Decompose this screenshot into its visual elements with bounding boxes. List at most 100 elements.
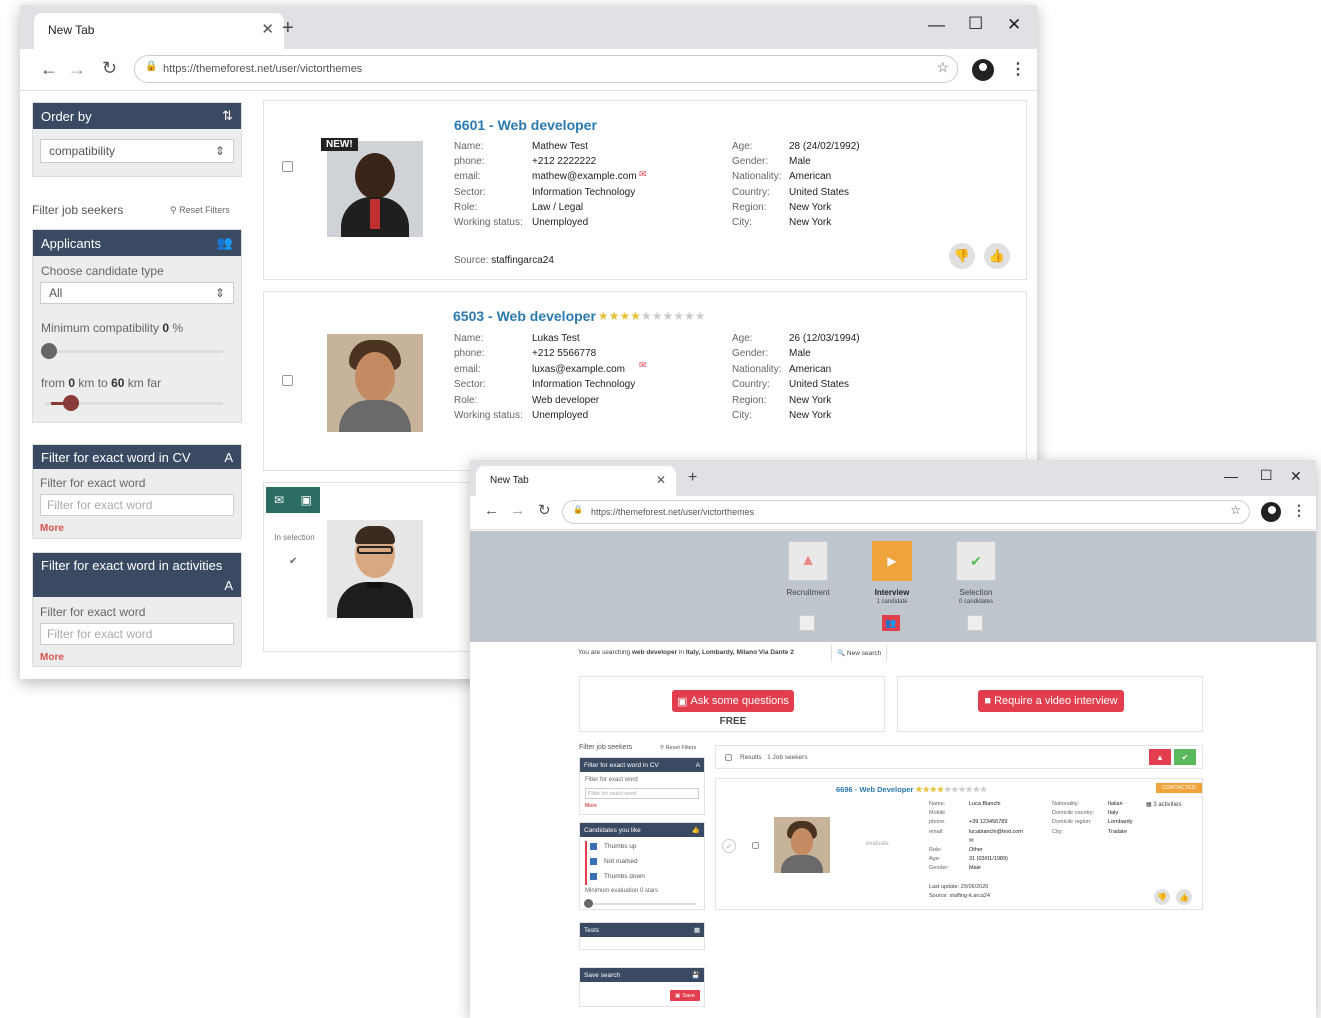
minimize-icon[interactable]: — <box>1224 468 1238 484</box>
star-filled-icon[interactable]: ★ <box>598 309 609 323</box>
close-tab-icon[interactable]: ✕ <box>261 20 274 38</box>
star-empty-icon[interactable]: ★ <box>966 785 973 794</box>
star-filled-icon[interactable]: ★ <box>630 309 641 323</box>
reset-filters-link[interactable]: ⚲ Reset Filters <box>660 745 696 751</box>
detail-row: Domicile country: Italy <box>1052 810 1132 819</box>
new-tab-icon[interactable]: + <box>688 469 697 487</box>
evaluate-label[interactable]: evaluate <box>866 841 889 847</box>
back-icon[interactable]: ← <box>40 59 58 80</box>
order-by-select[interactable]: compatibility ⇕ <box>40 139 234 163</box>
star-filled-icon[interactable]: ★ <box>609 309 620 323</box>
rating-stars[interactable]: ★★★★★★★★★★ <box>598 309 706 323</box>
candidate-type-select[interactable]: All ⇕ <box>40 282 234 304</box>
candidate-checkbox[interactable] <box>282 375 293 386</box>
card-toolbar: ✉ ▣ <box>266 487 320 513</box>
star-empty-icon[interactable]: ★ <box>652 309 663 323</box>
minimize-icon[interactable]: — <box>928 15 945 35</box>
cv-more-link[interactable]: More <box>585 803 597 809</box>
pipeline-checkbox[interactable] <box>799 615 815 631</box>
activities-more-link[interactable]: More <box>40 652 64 663</box>
reject-button[interactable]: ▲ <box>1149 749 1171 765</box>
mail-icon[interactable]: ✉ <box>274 493 284 507</box>
cv-more-link[interactable]: More <box>40 523 64 534</box>
profile-icon[interactable] <box>972 59 994 81</box>
checkbox-checked-icon[interactable] <box>590 858 597 865</box>
star-empty-icon[interactable]: ★ <box>641 309 652 323</box>
distance-slider-knob[interactable] <box>63 395 79 411</box>
star-empty-icon[interactable]: ★ <box>695 309 706 323</box>
close-window-icon[interactable]: ✕ <box>1290 468 1302 485</box>
thumbs-down-icon[interactable]: 👎 <box>949 243 975 269</box>
browser-tab[interactable]: New Tab ✕ <box>476 466 676 496</box>
maximize-icon[interactable]: ☐ <box>1260 467 1273 484</box>
thumbs-up-icon[interactable]: 👍 <box>984 243 1010 269</box>
compat-slider-track[interactable] <box>45 350 223 353</box>
video-interview-button[interactable]: ■ Require a video interview <box>978 690 1124 712</box>
url-bar[interactable]: 🔒 https://themeforest.net/user/victorthe… <box>562 500 1250 524</box>
reload-icon[interactable]: ↻ <box>538 501 551 519</box>
reset-filters-link[interactable]: ⚲ Reset Filters <box>170 205 230 216</box>
star-empty-icon[interactable]: ★ <box>973 785 980 794</box>
candidate-title[interactable]: 6696 - Web Developer <box>836 785 913 794</box>
candidate-title[interactable]: 6601 - Web developer <box>454 117 597 133</box>
like-option-row[interactable]: Thumbs up <box>590 843 637 850</box>
star-empty-icon[interactable]: ★ <box>663 309 674 323</box>
candidate-checkbox[interactable] <box>752 842 759 849</box>
forward-icon[interactable]: → <box>510 502 525 519</box>
cv-filter-input[interactable]: Filter for exact word <box>40 494 234 516</box>
save-button[interactable]: ▣ Save <box>670 990 700 1001</box>
star-filled-icon[interactable]: ★ <box>923 785 930 794</box>
new-tab-icon[interactable]: + <box>282 17 294 40</box>
rating-stars[interactable]: ★★★★★★★★★★ <box>915 785 987 794</box>
close-tab-icon[interactable]: ✕ <box>656 473 666 487</box>
id-card-icon[interactable]: ▣ <box>301 493 312 507</box>
star-filled-icon[interactable]: ★ <box>619 309 630 323</box>
cv-filter-input[interactable]: Filter for exact word <box>585 788 699 799</box>
ask-questions-button[interactable]: ▣ Ask some questions <box>672 690 794 712</box>
pipeline-step-selection[interactable]: ✔ <box>956 541 996 581</box>
star-empty-icon[interactable]: ★ <box>980 785 987 794</box>
back-icon[interactable]: ← <box>484 502 499 519</box>
star-filled-icon[interactable]: ★ <box>915 785 922 794</box>
checkbox-checked-icon[interactable] <box>590 843 597 850</box>
eval-slider-knob[interactable] <box>584 899 593 908</box>
star-empty-icon[interactable]: ★ <box>673 309 684 323</box>
order-by-panel: Order by ⇅ compatibility ⇕ <box>32 102 242 177</box>
star-empty-icon[interactable]: ★ <box>958 785 965 794</box>
activities-link[interactable]: ▦ 3 activities <box>1146 801 1181 808</box>
candidate-title[interactable]: 6503 - Web developer <box>453 308 596 324</box>
like-option-row[interactable]: Not marked <box>590 858 638 865</box>
browser-tab[interactable]: New Tab ✕ <box>34 13 284 49</box>
profile-icon[interactable] <box>1261 502 1281 522</box>
close-window-icon[interactable]: ✕ <box>1007 15 1021 35</box>
candidate-photo <box>774 817 830 873</box>
select-candidate-ring[interactable]: ✔ <box>722 839 736 853</box>
checkbox-checked-icon[interactable] <box>590 873 597 880</box>
pipeline-step-interview[interactable]: ▶ <box>872 541 912 581</box>
bookmark-star-icon[interactable]: ☆ <box>936 59 949 76</box>
compat-slider-knob[interactable] <box>41 343 57 359</box>
new-search-link[interactable]: 🔍 New search <box>831 645 888 661</box>
menu-icon[interactable]: ⋮ <box>1292 502 1306 519</box>
star-empty-icon[interactable]: ★ <box>684 309 695 323</box>
pipeline-users-icon[interactable]: 👥 <box>882 615 900 631</box>
approve-button[interactable]: ✔ <box>1174 749 1196 765</box>
pipeline-checkbox[interactable] <box>967 615 983 631</box>
star-filled-icon[interactable]: ★ <box>930 785 937 794</box>
candidate-checkbox[interactable] <box>282 161 293 172</box>
email-icon[interactable]: ✉ <box>639 360 647 371</box>
activities-filter-input[interactable]: Filter for exact word <box>40 623 234 645</box>
menu-icon[interactable]: ⋮ <box>1010 59 1026 79</box>
pipeline-step-recruitment[interactable]: ▲ <box>788 541 828 581</box>
reload-icon[interactable]: ↻ <box>102 58 117 79</box>
bookmark-star-icon[interactable]: ☆ <box>1230 503 1241 517</box>
url-bar[interactable]: 🔒 https://themeforest.net/user/victorthe… <box>134 55 958 83</box>
select-all-checkbox[interactable] <box>725 754 732 761</box>
eval-slider-track[interactable] <box>588 903 696 905</box>
thumbs-down-icon[interactable]: 👎 <box>1154 889 1170 905</box>
maximize-icon[interactable]: ☐ <box>968 14 983 34</box>
like-option-row[interactable]: Thumbs down <box>590 873 645 880</box>
thumbs-up-icon[interactable]: 👍 <box>1176 889 1192 905</box>
email-icon[interactable]: ✉ <box>639 169 647 180</box>
forward-icon[interactable]: → <box>68 59 86 80</box>
